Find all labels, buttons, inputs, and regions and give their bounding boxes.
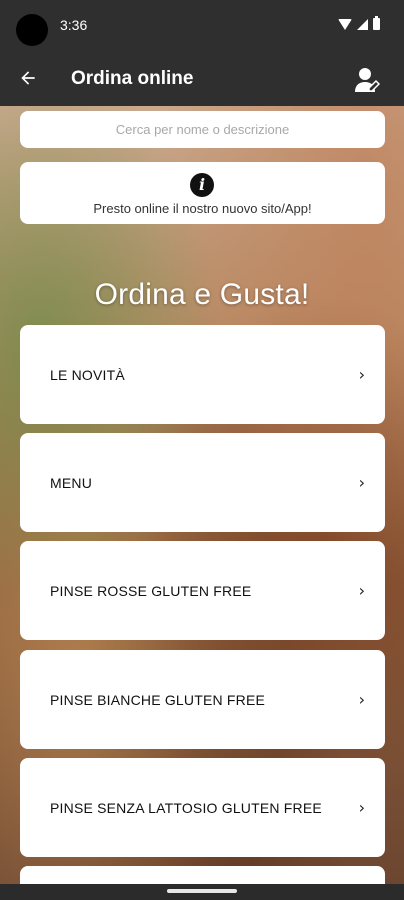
app-bar: Ordina online	[0, 52, 404, 106]
chevron-right-icon: ›	[358, 798, 365, 817]
status-time: 3:36	[60, 17, 88, 33]
category-label: PINSE ROSSE GLUTEN FREE	[50, 582, 252, 599]
category-label: PINSE BIANCHE GLUTEN FREE	[50, 691, 266, 708]
category-item-novita[interactable]: LE NOVITÀ ›	[20, 325, 385, 424]
category-label: PINSE SENZA LATTOSIO GLUTEN FREE	[50, 799, 322, 816]
section-heading: Ordina e Gusta!	[94, 278, 310, 311]
category-label: LE NOVITÀ	[50, 366, 125, 383]
camera-cutout	[16, 14, 48, 46]
category-item-pinse-rosse[interactable]: PINSE ROSSE GLUTEN FREE ›	[20, 541, 385, 640]
user-button[interactable]	[354, 66, 381, 94]
category-item-menu[interactable]: MENU ›	[20, 433, 385, 532]
system-nav-bar	[0, 884, 404, 900]
chevron-right-icon: ›	[358, 581, 365, 600]
chevron-right-icon: ›	[358, 365, 365, 384]
signal-icon	[357, 18, 368, 30]
user-edit-icon	[355, 68, 381, 92]
chevron-right-icon: ›	[358, 473, 365, 492]
status-icons	[338, 16, 380, 30]
wifi-icon	[338, 18, 352, 30]
notice-text: Presto online il nostro nuovo sito/App!	[93, 201, 312, 216]
search-input[interactable]: Cerca per nome o descrizione	[20, 111, 385, 148]
info-icon: i	[190, 173, 214, 197]
home-gesture-handle[interactable]	[167, 889, 237, 893]
page-title: Ordina online	[71, 68, 194, 89]
category-item-pinse-senza-lattosio[interactable]: PINSE SENZA LATTOSIO GLUTEN FREE ›	[20, 758, 385, 857]
battery-icon	[373, 16, 380, 30]
chevron-right-icon: ›	[358, 690, 365, 709]
info-notice: i Presto online il nostro nuovo sito/App…	[20, 162, 385, 224]
category-item-pinse-bianche[interactable]: PINSE BIANCHE GLUTEN FREE ›	[20, 650, 385, 749]
arrow-left-icon	[21, 71, 35, 85]
category-label: MENU	[50, 474, 93, 491]
back-button[interactable]	[16, 66, 40, 90]
status-bar: 3:36	[0, 0, 404, 52]
